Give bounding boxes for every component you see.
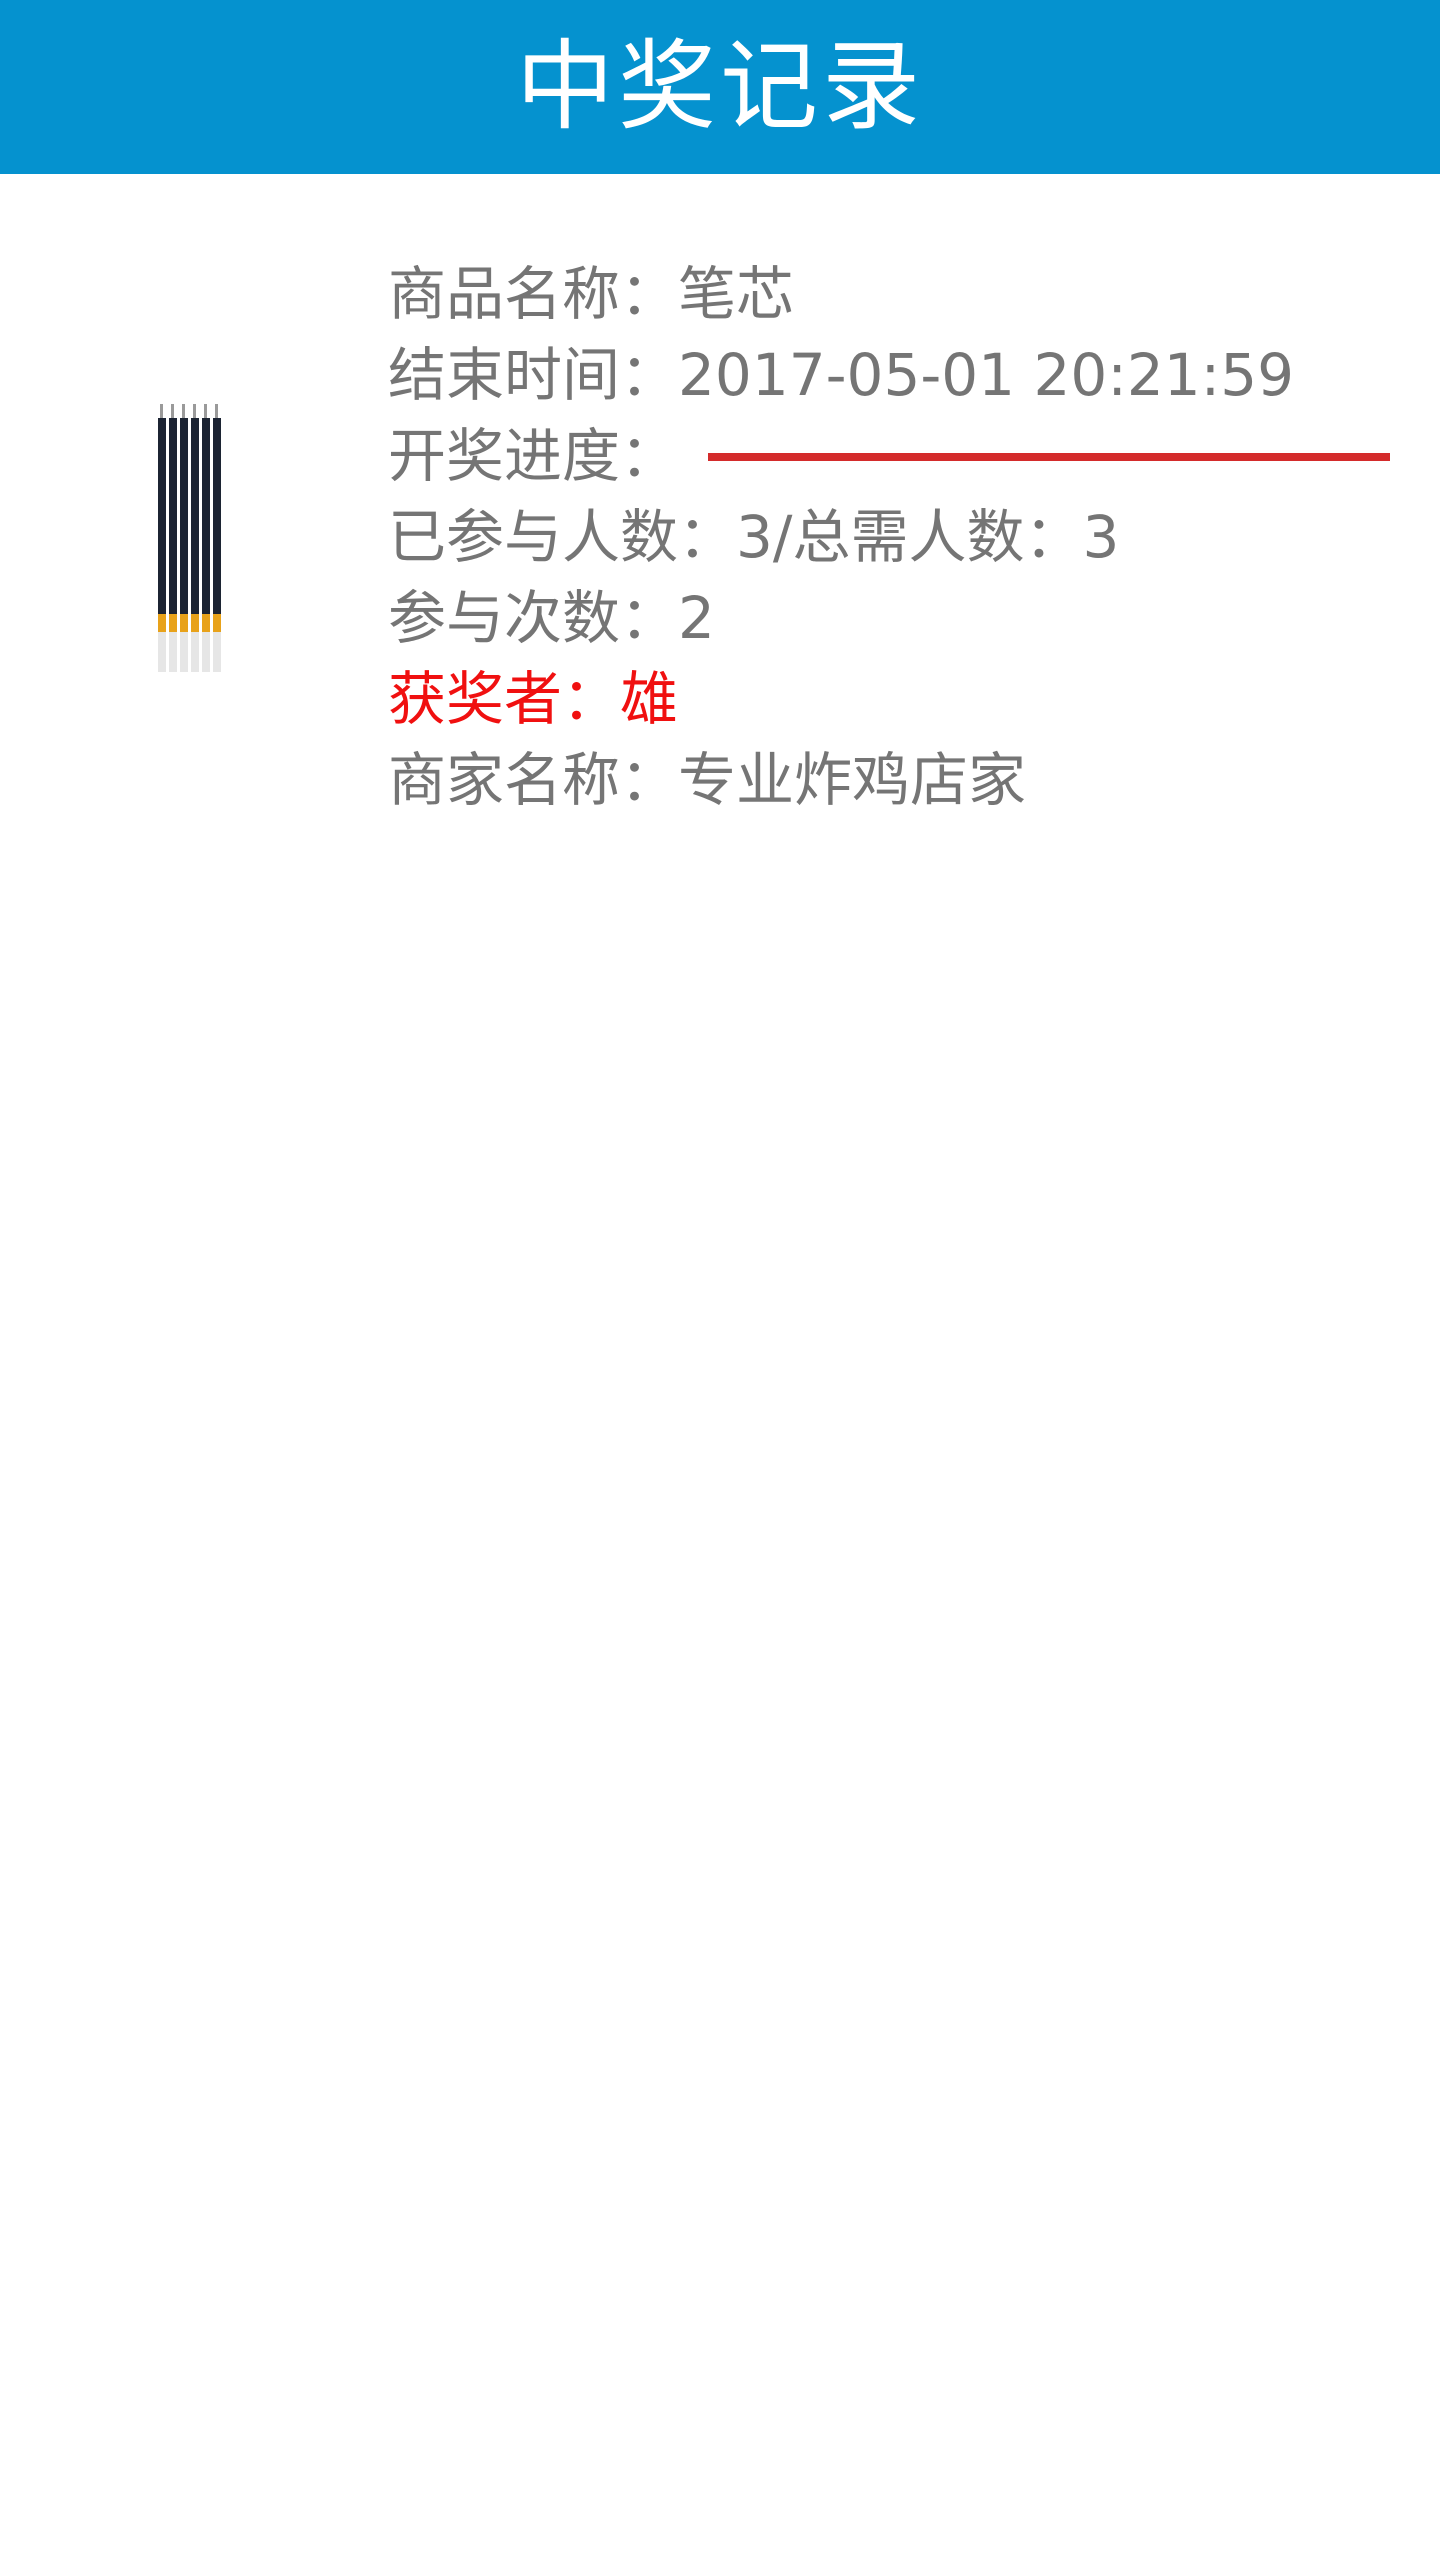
app-header: 中奖记录 [0,0,1440,174]
product-name-row: 商品名称： 笔芯 [388,254,1408,335]
merchant-row: 商家名称： 专业炸鸡店家 [388,740,1408,821]
refill-stick [202,404,210,672]
end-time-value: 2017-05-01 20:21:59 [678,341,1295,409]
product-name-value: 笔芯 [678,260,795,328]
merchant-value: 专业炸鸡店家 [678,746,1027,814]
draw-progress-bar [708,452,1391,461]
winner-label: 获奖者： [388,665,621,733]
end-time-row: 结束时间： 2017-05-01 20:21:59 [388,335,1408,416]
refill-stick [213,404,221,672]
refill-stick [191,404,199,672]
winner-row: 获奖者： 雄 [388,659,1408,740]
participation-times-value: 2 [678,584,715,652]
winning-record-item[interactable]: 商品名称： 笔芯 结束时间： 2017-05-01 20:21:59 开奖进度：… [0,174,1440,834]
merchant-label: 商家名称： [388,746,679,814]
participants-text: 已参与人数：3/总需人数：3 [388,503,1120,571]
refill-stick [169,404,177,672]
participation-times-label: 参与次数： [388,584,679,652]
pen-refills-image [158,404,221,672]
page-title: 中奖记录 [515,30,924,144]
refill-stick [180,404,188,672]
refill-stick [158,404,166,672]
end-time-label: 结束时间： [388,341,679,409]
draw-progress-label: 开奖进度： [388,422,679,490]
winner-value: 雄 [620,665,679,733]
participation-times-row: 参与次数： 2 [388,578,1408,659]
product-name-label: 商品名称： [388,260,679,328]
draw-progress-fill [708,452,1391,461]
participants-row: 已参与人数：3/总需人数：3 [388,497,1408,578]
draw-progress-row: 开奖进度： [388,416,1408,497]
